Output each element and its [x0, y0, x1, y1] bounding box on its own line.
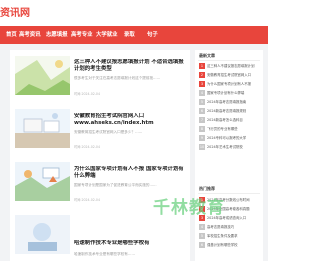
site-logo[interactable]: 资讯网 — [0, 9, 30, 19]
divider — [198, 60, 260, 61]
rank-badge: 1 — [199, 63, 205, 69]
sidebar-link-text: 军校招生条件及要求 — [207, 234, 238, 238]
rank-badge: 5 — [199, 233, 205, 239]
article-title[interactable]: 哈速制作技术专业是哪些学校有 — [74, 240, 186, 247]
rank-badge: 3 — [199, 81, 205, 87]
sidebar-section-title: 热门推荐 — [199, 186, 215, 191]
sidebar-link[interactable]: 10 2024年艺术生考试院校 — [199, 143, 261, 152]
rank-badge: 10 — [199, 144, 205, 150]
nav-item-sentences[interactable]: 句子 — [147, 26, 158, 44]
sidebar-link-text: 这三种人不建议报志愿填报计划 — [207, 64, 255, 68]
sidebar: 最新文章 1 这三种人不建议报志愿填报计划 2 安徽教育招生考试院官网入口 3 … — [195, 50, 263, 261]
nav-item-employment[interactable]: 大学就业 — [96, 26, 118, 44]
sidebar-link-text: 2024新高考怎么选科目 — [207, 118, 243, 122]
article-excerpt: 国家专项计划是国家为了促进教育公平而实施的…… — [74, 183, 157, 187]
thumbnail-image — [15, 215, 70, 254]
sidebar-link[interactable]: 5 军校招生条件及要求 — [199, 232, 261, 241]
article-title[interactable]: 这三种人不建议报志愿填报计划 不适合选填报计划的考生类型 — [74, 59, 186, 73]
sidebar-link[interactable]: 7 2024新高考怎么选科目 — [199, 116, 261, 125]
nav-item-majors[interactable]: 高考专业 — [71, 26, 93, 44]
rank-badge: 6 — [199, 242, 205, 248]
article-thumbnail[interactable] — [15, 56, 70, 95]
article-thumbnail[interactable] — [15, 215, 70, 254]
sidebar-link-text: 国家专项计划有什么弊端 — [207, 91, 245, 95]
sidebar-link-text: 高考志愿填报技巧 — [207, 225, 235, 229]
sidebar-link-text: 为什么国家专项计划有人不报 — [207, 82, 252, 86]
thumbnail-image — [15, 56, 70, 95]
sidebar-link-text: 安徽教育招生考试院官网入口 — [207, 73, 252, 77]
watermark: 千林教育 — [153, 198, 225, 218]
site-header: 资讯网 — [0, 0, 268, 26]
rank-badge: 6 — [199, 108, 205, 114]
sidebar-link[interactable]: 6 2024新高考志愿填报规则 — [199, 107, 261, 116]
sidebar-link-text: 飞行员的专业有哪些 — [207, 127, 238, 131]
rank-badge: 4 — [199, 224, 205, 230]
article-title[interactable]: 为什么国家专项计划有人不报 国家专项计划有什么弊端 — [74, 166, 186, 180]
thumbnail-image — [15, 109, 70, 148]
sidebar-link-text: 2024专科可以报考的大学 — [207, 136, 247, 140]
rank-badge: 7 — [199, 117, 205, 123]
sidebar-link[interactable]: 4 高考志愿填报技巧 — [199, 223, 261, 232]
article-title[interactable]: 安徽教育招生考试院官网入口 www.ahseks.cn/index.htm — [74, 113, 186, 127]
rank-badge: 8 — [199, 126, 205, 132]
sidebar-link-text: 2024新高考志愿填报规则 — [207, 109, 247, 113]
sidebar-section-title: 最新文章 — [199, 53, 215, 58]
main-nav: 首页 高考资讯 志愿填报 高考专业 大学就业 录取 句子 — [0, 26, 268, 44]
nav-item-home[interactable]: 首页 — [6, 26, 17, 44]
nav-item-admission[interactable]: 录取 — [124, 26, 135, 44]
thumbnail-image — [15, 162, 70, 201]
rank-badge: 5 — [199, 99, 205, 105]
article-thumbnail[interactable] — [15, 162, 70, 201]
sidebar-link-text: 2024年艺术生考试院校 — [207, 145, 243, 149]
rank-badge: 2 — [199, 72, 205, 78]
article-date: 时间:2024-02-04 — [74, 198, 100, 202]
sidebar-link[interactable]: 5 2024年高考志愿填报指南 — [199, 98, 261, 107]
sidebar-link[interactable]: 1 这三种人不建议报志愿填报计划 — [199, 62, 261, 71]
sidebar-link[interactable]: 9 2024专科可以报考的大学 — [199, 134, 261, 143]
sidebar-link-text: 2024年高考志愿填报指南 — [207, 100, 247, 104]
article-excerpt: 安徽教育招生考试院官网入口是多少？…… — [74, 130, 143, 134]
article-excerpt: 哈速制作技术专业是有哪些学校有…… — [74, 252, 136, 256]
rank-badge: 9 — [199, 135, 205, 141]
nav-item-volunteer[interactable]: 志愿填报 — [46, 26, 68, 44]
article-date: 时间:2024-02-04 — [74, 92, 100, 96]
sidebar-link[interactable]: 4 国家专项计划有什么弊端 — [199, 89, 261, 98]
article-thumbnail[interactable] — [15, 109, 70, 148]
nav-item-gaokao-news[interactable]: 高考资讯 — [19, 26, 41, 44]
article-list: 这三种人不建议报志愿填报计划 不适合选填报计划的考生类型 很多考生对于关注在高考… — [10, 50, 190, 261]
sidebar-link[interactable]: 6 强基计划有哪些学校 — [199, 241, 261, 250]
sidebar-link-text: 强基计划有哪些学校 — [207, 243, 238, 247]
main-content: 这三种人不建议报志愿填报计划 不适合选填报计划的考生类型 很多考生对于关注在高考… — [0, 44, 268, 261]
rank-badge: 4 — [199, 90, 205, 96]
sidebar-link[interactable]: 3 为什么国家专项计划有人不报 — [199, 80, 261, 89]
sidebar-link[interactable]: 8 飞行员的专业有哪些 — [199, 125, 261, 134]
article-excerpt: 很多考生对于关注在高考志愿填报计划这个提前批…… — [74, 76, 161, 80]
sidebar-link[interactable]: 2 安徽教育招生考试院官网入口 — [199, 71, 261, 80]
divider — [198, 193, 260, 194]
article-date: 时间:2024-02-04 — [74, 145, 100, 149]
